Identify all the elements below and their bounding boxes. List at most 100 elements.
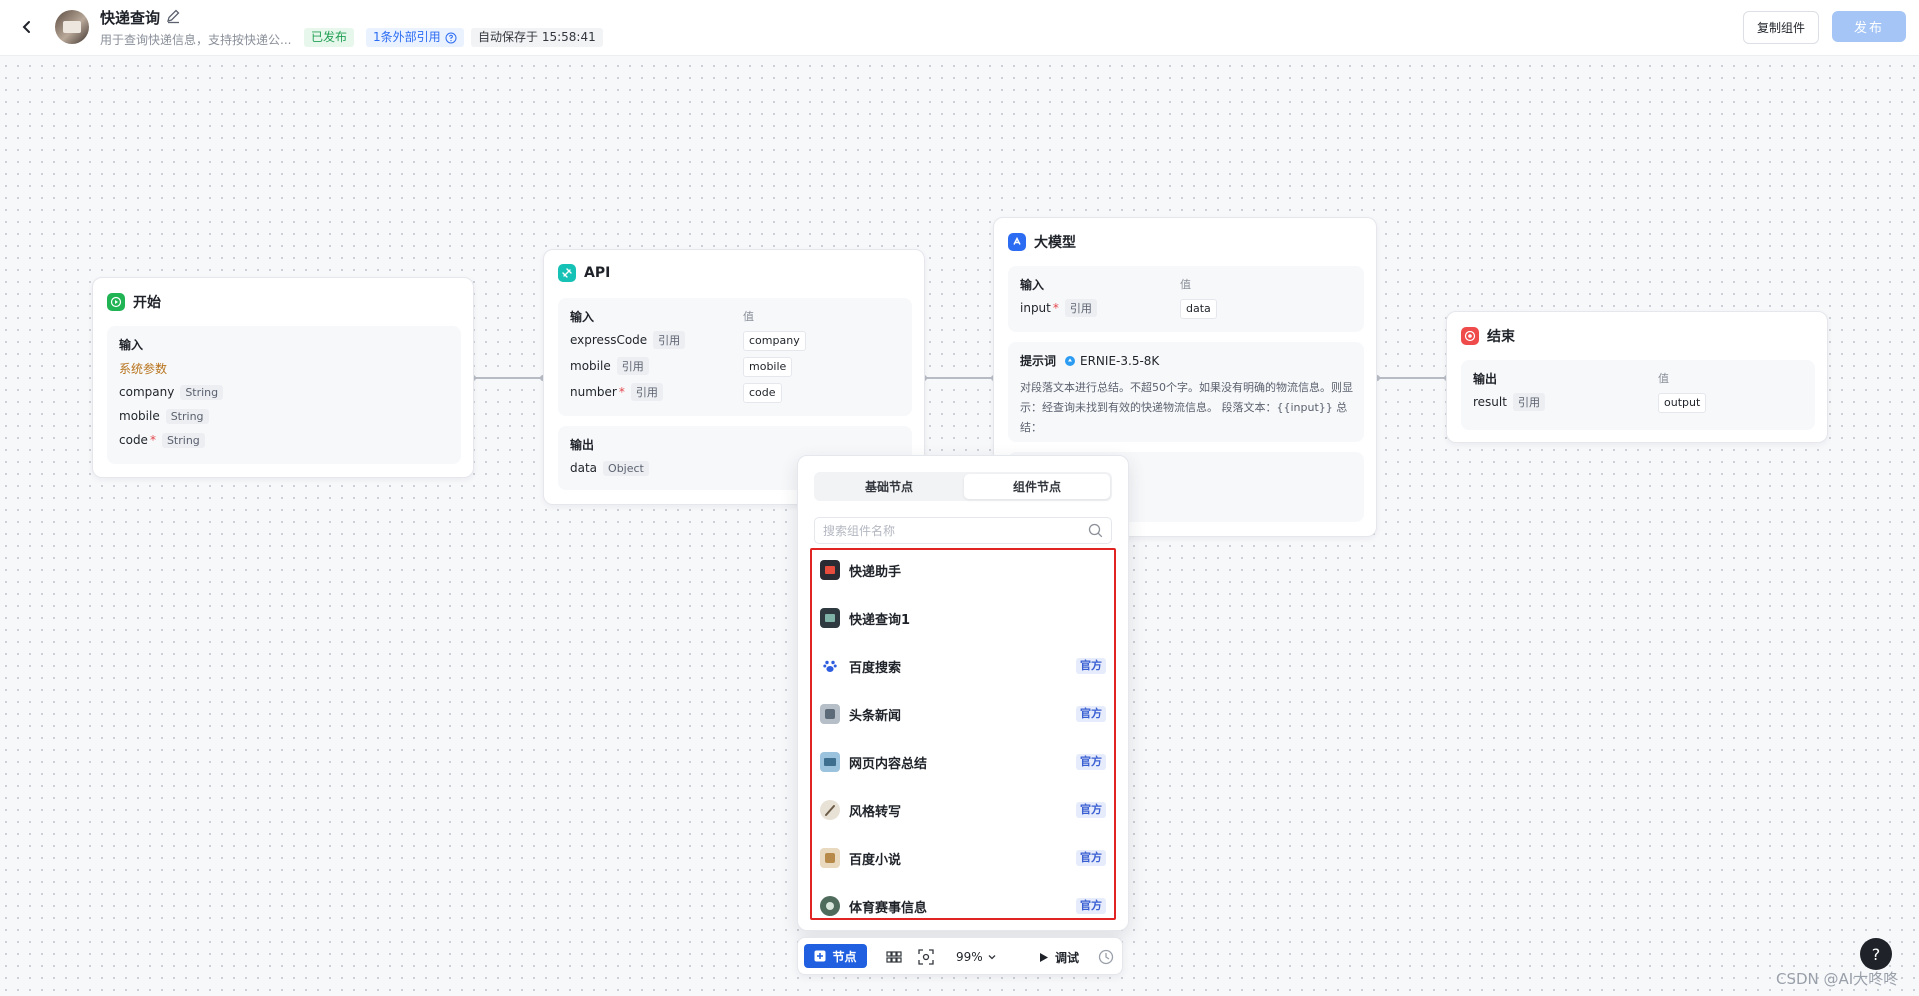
list-item[interactable]: 体育赛事信息 官方 <box>820 892 1106 920</box>
param-value[interactable]: data <box>1180 299 1217 319</box>
end-node[interactable]: 结束 输出 值 result 引用 output <box>1446 311 1828 443</box>
app-description: 用于查询快递信息，支持按快递公... <box>100 33 292 47</box>
end-output-section: 输出 值 result 引用 output <box>1461 360 1815 430</box>
item-label: 风格转写 <box>849 804 902 820</box>
model-logo-icon <box>1065 355 1076 366</box>
list-item[interactable]: 百度搜索 官方 <box>820 652 1106 680</box>
tab-component-nodes[interactable]: 组件节点 <box>964 474 1110 499</box>
ref-tag[interactable]: 引用 <box>630 383 663 401</box>
watermark: CSDN @AI大咚咚 <box>1776 970 1899 988</box>
item-label: 体育赛事信息 <box>849 900 928 916</box>
external-ref-badge[interactable]: 1条外部引用 <box>366 28 464 47</box>
ref-tag[interactable]: 引用 <box>616 357 649 375</box>
field-name: mobile <box>119 409 160 423</box>
edge-llm-end <box>1377 377 1447 379</box>
param-value[interactable]: output <box>1658 393 1707 413</box>
param-value[interactable]: mobile <box>743 357 793 377</box>
sys-params-label: 系统参数 <box>119 361 168 376</box>
field-row: code * String <box>119 430 205 450</box>
autosave-status: 自动保存于 15:58:41 <box>471 28 603 47</box>
fit-view-icon[interactable] <box>917 948 935 966</box>
output-type: Object <box>603 460 649 476</box>
item-label: 百度小说 <box>849 852 902 868</box>
sports-icon <box>820 896 840 916</box>
publish-button[interactable]: 发布 <box>1832 11 1906 42</box>
list-item[interactable]: 风格转写 官方 <box>820 796 1106 824</box>
prompt-title-row: 提示词 ERNIE-3.5-8K <box>1020 352 1159 369</box>
canvas-toolbar: 节点 99% 调试 <box>797 937 1123 975</box>
component-list: 快递助手 快递查询1 百度搜索 官方 头条新闻 官方 网页内容总结 官方 风格转… <box>810 548 1116 920</box>
field-type: String <box>165 408 209 424</box>
help-circle-icon <box>445 32 457 43</box>
zoom-select[interactable]: 99% <box>956 946 997 968</box>
param-name: result <box>1473 395 1507 409</box>
field-row: mobile String <box>119 406 209 426</box>
api-node-header: API <box>558 264 610 282</box>
add-node-popup: 基础节点 组件节点 快递助手 快递查询1 百度搜索 官方 头条新闻 官方 <box>797 455 1129 931</box>
param-row: result 引用 <box>1473 392 1545 412</box>
list-item[interactable]: 快递助手 <box>820 556 1106 584</box>
debug-button[interactable]: 调试 <box>1038 946 1079 968</box>
item-label: 百度搜索 <box>849 660 902 676</box>
output-name: data <box>570 461 598 475</box>
express-assistant-icon <box>820 560 840 580</box>
list-item[interactable]: 百度小说 官方 <box>820 844 1106 872</box>
api-plug-icon <box>558 264 576 282</box>
item-label: 网页内容总结 <box>849 756 928 772</box>
baidu-paw-icon <box>820 656 840 676</box>
node-type-tabs: 基础节点 组件节点 <box>814 472 1112 501</box>
required-mark: * <box>149 433 156 447</box>
help-button[interactable]: ? <box>1860 938 1892 970</box>
prompt-section: 提示词 ERNIE-3.5-8K 对段落文本进行总结。不超50个字。如果没有明确… <box>1008 342 1364 442</box>
param-row: number * 引用 <box>570 382 663 402</box>
param-value[interactable]: code <box>743 383 782 403</box>
edit-icon[interactable] <box>165 8 181 24</box>
component-search <box>814 517 1112 544</box>
start-input-section: 输入 系统参数 company String mobile String cod… <box>107 326 461 464</box>
model-chip[interactable]: ERNIE-3.5-8K <box>1064 354 1159 368</box>
field-name: company <box>119 385 175 399</box>
model-name: ERNIE-3.5-8K <box>1080 353 1160 368</box>
start-node[interactable]: 开始 输入 系统参数 company String mobile String … <box>92 277 474 478</box>
add-node-label: 节点 <box>832 949 857 964</box>
debug-label: 调试 <box>1055 950 1080 965</box>
llm-node-header: 大模型 <box>1008 232 1076 252</box>
layout-grid-icon[interactable] <box>885 948 903 966</box>
value-column-head: 值 <box>1658 372 1669 385</box>
copy-component-button[interactable]: 复制组件 <box>1743 11 1819 44</box>
start-node-header: 开始 <box>107 292 161 312</box>
top-header: 快递查询 用于查询快递信息，支持按快递公... 已发布 1条外部引用 自动保存于… <box>0 0 1919 56</box>
official-badge: 官方 <box>1076 658 1106 674</box>
add-node-button[interactable]: 节点 <box>804 944 867 968</box>
search-icon[interactable] <box>1088 523 1103 538</box>
back-icon[interactable] <box>14 14 40 40</box>
list-item[interactable]: 网页内容总结 官方 <box>820 748 1106 776</box>
param-name: expressCode <box>570 333 648 347</box>
status-badge: 已发布 <box>304 28 355 47</box>
param-name: mobile <box>570 359 611 373</box>
value-column-head: 值 <box>1180 278 1191 291</box>
tab-basic-nodes[interactable]: 基础节点 <box>816 474 962 499</box>
official-badge: 官方 <box>1076 706 1106 722</box>
param-value[interactable]: company <box>743 331 806 351</box>
express-query-icon <box>820 608 840 628</box>
param-name: input <box>1020 301 1051 315</box>
field-type: String <box>180 384 224 400</box>
list-item[interactable]: 快递查询1 <box>820 604 1106 632</box>
ref-tag[interactable]: 引用 <box>1064 299 1097 317</box>
app-title: 快递查询 <box>100 9 161 27</box>
ref-tag[interactable]: 引用 <box>653 331 686 349</box>
component-search-input[interactable] <box>815 518 1081 543</box>
param-row: mobile 引用 <box>570 356 649 376</box>
llm-input-section: 输入 值 input * 引用 data <box>1008 266 1364 332</box>
list-item[interactable]: 头条新闻 官方 <box>820 700 1106 728</box>
output-row: data Object <box>570 458 649 478</box>
zoom-level: 99% <box>956 950 983 964</box>
field-name: code <box>119 433 148 447</box>
history-icon[interactable] <box>1097 948 1115 966</box>
value-column-head: 值 <box>743 310 754 323</box>
ref-tag[interactable]: 引用 <box>1512 393 1545 411</box>
news-icon <box>820 704 840 724</box>
param-row: input * 引用 <box>1020 298 1097 318</box>
item-label: 快递助手 <box>849 564 902 580</box>
